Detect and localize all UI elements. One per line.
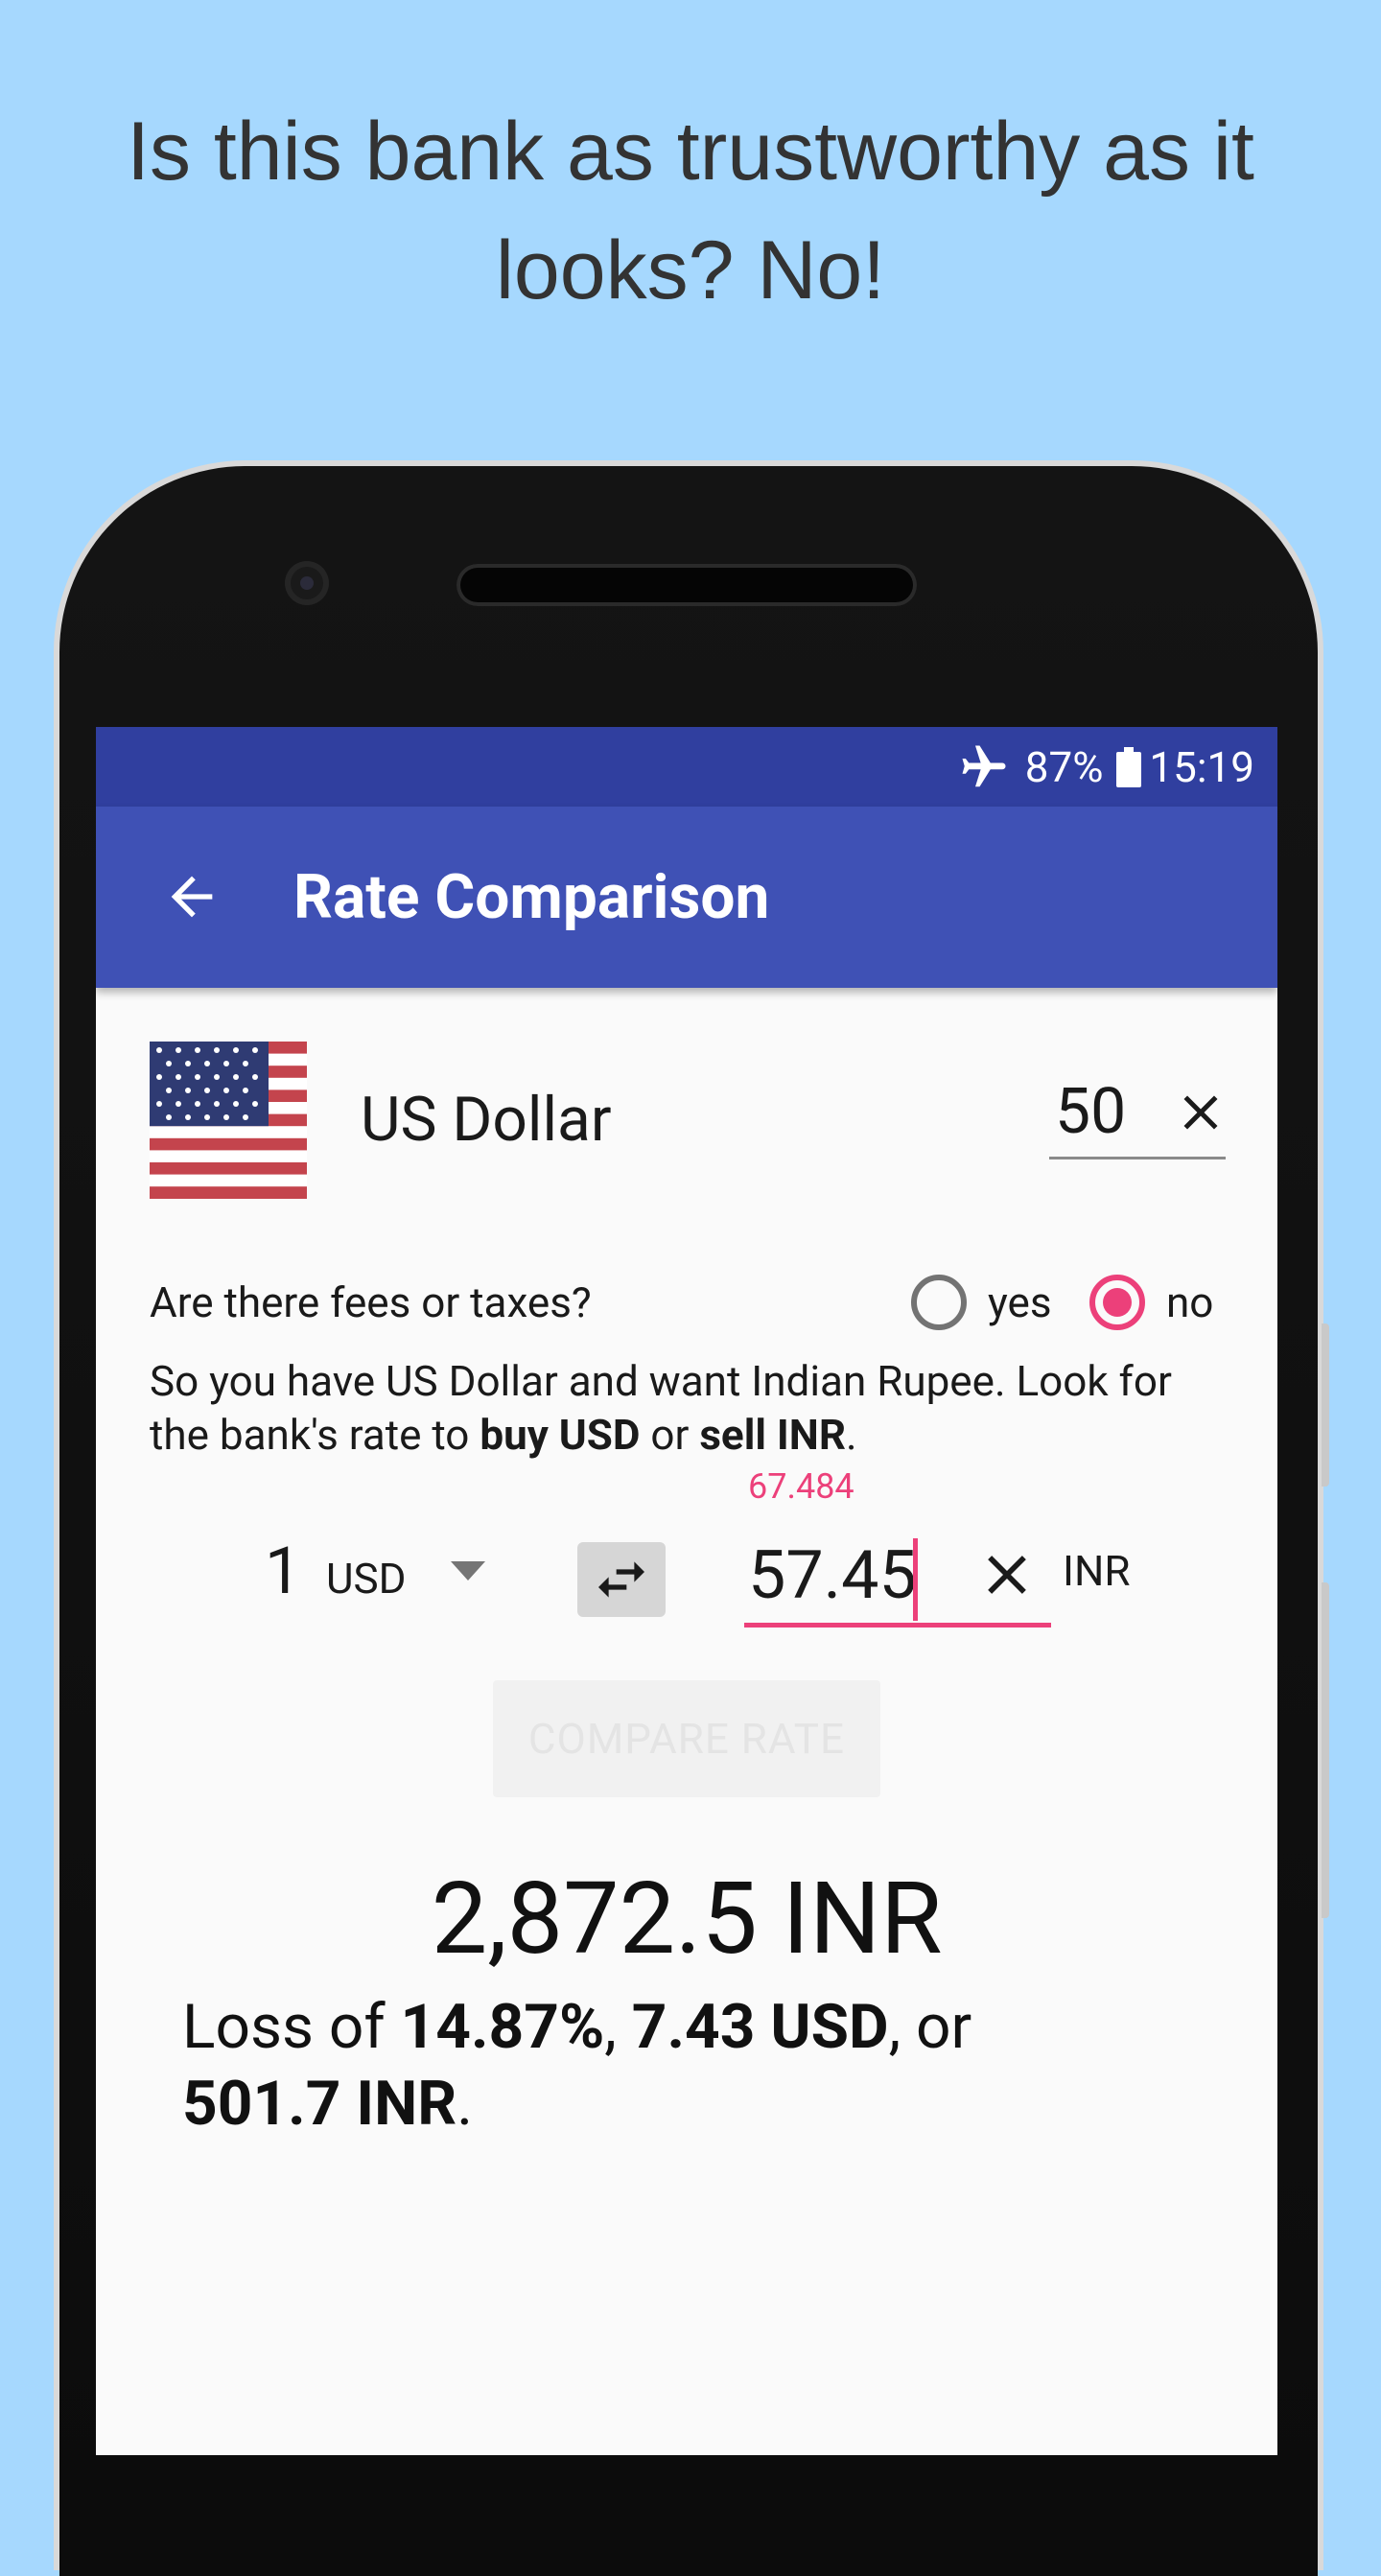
fees-question: Are there fees or taxes? [150,1277,592,1327]
arrow-left-icon [171,876,213,918]
hint-bold-sell: sell INR [699,1410,847,1460]
page-title: Rate Comparison [293,861,770,933]
hint-text-3: . [846,1410,857,1460]
back-button[interactable] [144,849,240,945]
power-button [1322,1582,1329,1918]
suggested-rate: 67.484 [748,1466,854,1507]
source-amount-input[interactable]: 50 [1049,1072,1226,1159]
unit-amount: 1 [265,1533,302,1609]
fees-radio-yes-label: yes [988,1277,1052,1327]
app-bar: Rate Comparison [96,807,1277,988]
front-camera [285,561,329,605]
clock: 15:19 [1149,741,1254,792]
rate-input-value: 57.45 [748,1536,917,1615]
loss-source-amount: 7.43 USD [631,1991,889,2063]
fees-radio-no-label: no [1166,1277,1214,1327]
status-indicators: 87% 15:19 [958,727,1254,807]
loss-sep-2: , or [888,1991,972,2063]
loss-suffix: . [456,2068,474,2140]
close-icon [1183,1095,1218,1130]
clear-amount-button[interactable] [1172,1084,1229,1141]
source-amount-value: 50 [1055,1075,1127,1149]
loss-prefix: Loss of [182,1991,401,2063]
target-currency-label: INR [1063,1546,1131,1596]
loss-target-amount: 501.7 INR [182,2068,457,2140]
status-bar: 87% 15:19 [96,727,1277,807]
airplane-mode-icon [962,745,1006,786]
unit-currency-select[interactable]: USD [326,1550,407,1607]
fees-radio-yes[interactable]: yes [911,1269,1052,1336]
swap-arrows-icon [598,1561,644,1598]
rate-input[interactable]: 57.45 [744,1525,1051,1628]
battery-icon [1116,746,1142,787]
loss-sep-1: , [604,1991,632,2063]
volume-button [1322,1323,1329,1487]
loss-summary: Loss of 14.87%, 7.43 USD, or 501.7 INR. [182,1989,1218,2143]
promo-caption-line-2: looks? No! [495,224,886,316]
close-icon [988,1556,1026,1594]
battery-percent: 87% [1024,741,1104,792]
fees-radio-no[interactable]: no [1089,1269,1213,1336]
us-flag-icon [150,1042,307,1199]
rate-hint: So you have US Dollar and want Indian Ru… [150,1354,1233,1462]
compare-rate-button[interactable]: COMPARE RATE [493,1680,880,1797]
earpiece-speaker [456,564,917,606]
radio-unchecked-icon [911,1275,967,1330]
radio-checked-icon [1089,1275,1145,1330]
result-amount: 2,872.5 INR [431,1862,943,1978]
promo-caption-line-1: Is this bank as trustworthy as it [127,105,1254,198]
phone-screen: 87% 15:19 Rate Comparison US Dollar 50 A… [96,727,1277,2455]
hint-bold-buy: buy USD [480,1410,641,1460]
source-currency-name: US Dollar [361,1084,612,1156]
text-cursor [913,1538,918,1621]
swap-currencies-button[interactable] [577,1542,666,1617]
hint-text-2: or [640,1410,700,1460]
dropdown-arrow-icon[interactable] [451,1561,485,1581]
loss-percent: 14.87% [400,1991,605,2063]
clear-rate-button[interactable] [974,1542,1040,1607]
promo-caption: Is this bank as trustworthy as it looks?… [58,92,1323,330]
